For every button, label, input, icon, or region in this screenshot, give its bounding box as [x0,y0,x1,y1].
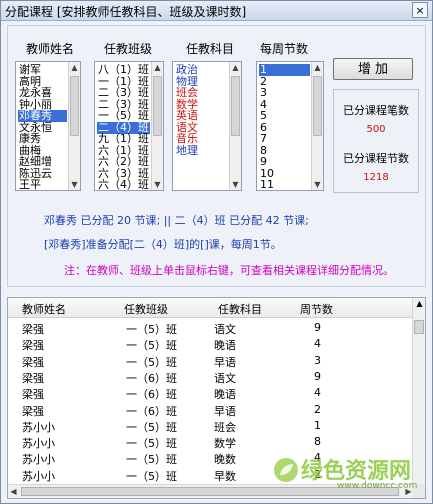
list-scrollbar[interactable]: ▲ ▼ [311,62,323,190]
table-cell: 一（5）班 [126,469,177,483]
scroll-thumb[interactable] [153,76,162,136]
stats-box: 已分课程笔数 500 已分课程节数 1218 [333,89,419,193]
header-subject[interactable]: 任教科目 [218,301,262,317]
table-header: 教师姓名 任教班级 任教科目 周节数 [8,298,414,318]
course-count-value: 500 [366,124,386,135]
hours-listbox[interactable]: 1 2 3 4 5 6 7 8 9 10 11 ▲ ▼ [256,61,324,191]
scroll-down-icon[interactable]: ▼ [152,179,163,190]
scroll-down-icon[interactable]: ▼ [312,179,323,190]
teacher-listbox[interactable]: 谢军 高明 龙永喜 钟小丽 邓春秀 文永恒 康秀 曲梅 赵细增 陈迅云 王平 ▲ ▼ [15,61,81,191]
table-row[interactable]: 梁强 一（5）班 晚语 4 [8,335,414,352]
table-cell: 3 [314,353,321,367]
scroll-down-icon[interactable]: ▼ [230,179,241,190]
pending-assignment: [邓春秀]准备分配[二（4）班]的[]课，每周1节。 [44,238,282,251]
table-cell: 4 [314,337,321,351]
list-scrollbar[interactable]: ▲ ▼ [151,62,163,190]
hours-total-value: 1218 [363,172,389,183]
table-cell: 9 [314,321,321,334]
class-listbox[interactable]: 八（1）班 一（1）班 二（3）班 二（3）班 一（5）班 二（4）班 九（1）班 六（1）班… [94,61,164,191]
table-cell: 4 [314,386,321,400]
list-item[interactable]: 11 [259,179,310,191]
scroll-down-icon[interactable]: ▼ [69,179,80,190]
subject-listbox[interactable]: 政治 物理 班会 数学 英语 语文 音乐 地理 ▲ ▼ [172,61,242,191]
teacher-label: 教师姓名 [26,42,75,56]
title-bar: 分配课程 [安排教师任教科目、班级及课时数] × [1,1,432,21]
watermark-url: www.downcc.com [337,481,418,491]
list-item[interactable]: 王平 [18,179,67,191]
header-class[interactable]: 任教班级 [124,301,168,317]
scroll-thumb[interactable] [313,76,322,136]
table-row[interactable]: 苏小小 一（5）班 数学 8 [8,433,414,450]
scroll-up-icon[interactable]: ▲ [414,298,425,309]
scroll-thumb[interactable] [231,76,240,136]
list-item[interactable]: 地理 [175,144,228,157]
watermark-leaf-icon [274,458,298,482]
table-row[interactable]: 梁强 一（6）班 早语 2 [8,401,414,418]
close-button[interactable]: × [412,2,428,18]
add-button[interactable]: 增 加 [333,58,413,80]
assignment-summary: 邓春秀 已分配 20 节课; || 二（4）班 已分配 42 节课; [44,214,309,227]
table-vertical-scrollbar[interactable]: ▲ [412,298,425,484]
scroll-up-icon[interactable]: ▲ [69,62,80,73]
scroll-thumb[interactable] [70,76,79,136]
hours-label: 每周节数 [260,42,309,56]
table-cell: 8 [314,435,321,449]
scroll-up-icon[interactable]: ▲ [312,62,323,73]
header-hours[interactable]: 周节数 [300,301,333,317]
scroll-left-icon[interactable]: ◀ [8,486,19,497]
list-scrollbar[interactable]: ▲ ▼ [229,62,241,190]
table-row[interactable]: 苏小小 一（5）班 班会 1 [8,417,414,434]
usage-note: 注：在教师、班级上单击鼠标右键，可查看相关课程详细分配情况。 [64,264,394,277]
app-window: 分配课程 [安排教师任教科目、班级及课时数] × 教师姓名 任教班级 任教科目 … [0,0,433,504]
table-cell: 苏小小 [22,469,55,483]
table-row[interactable]: 梁强 一（6）班 晚语 4 [8,384,414,401]
scroll-up-icon[interactable]: ▲ [230,62,241,73]
window-title: 分配课程 [安排教师任教科目、班级及课时数] [5,5,247,19]
table-cell: 早数 [214,469,236,483]
table-cell: 1 [314,418,321,432]
subject-label: 任教科目 [186,42,235,56]
table-cell: 2 [314,402,321,416]
hours-total-label: 已分课程节数 [343,152,409,165]
header-teacher[interactable]: 教师姓名 [22,301,66,317]
table-row[interactable]: 梁强 一（6）班 语文 9 [8,368,414,385]
list-scrollbar[interactable]: ▲ ▼ [68,62,80,190]
table-row[interactable]: 梁强 一（5）班 早语 3 [8,352,414,369]
table-cell: 9 [314,369,321,383]
class-label: 任教班级 [104,42,153,56]
list-item[interactable]: 六（4）班 [97,179,150,191]
scroll-up-icon[interactable]: ▲ [152,62,163,73]
scroll-thumb[interactable] [414,320,424,334]
table-row[interactable]: 梁强 一（5）班 语文 9 [8,319,414,336]
course-count-label: 已分课程笔数 [343,104,409,117]
